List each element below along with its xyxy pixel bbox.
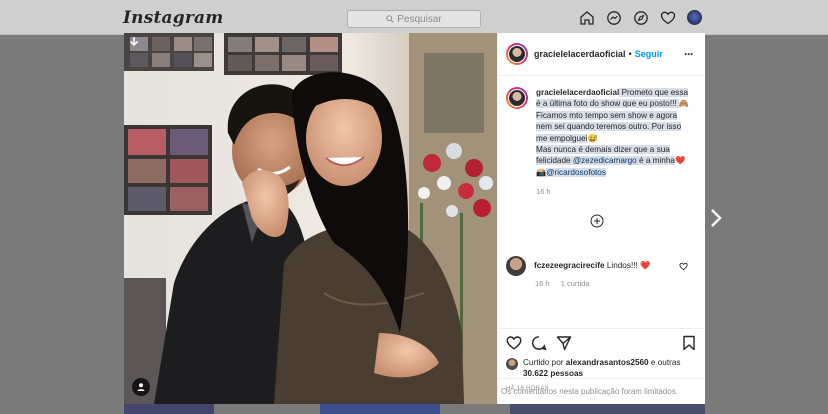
action-icons-row bbox=[506, 329, 697, 357]
like-comment-icon[interactable] bbox=[679, 262, 688, 271]
sweat-smile-emoji: 😅 bbox=[587, 133, 598, 143]
comment-item: fczezeegracirecife Lindos!!! ❤️ bbox=[506, 256, 696, 276]
likes-middle: e outras bbox=[648, 358, 681, 367]
caption-line: Ficamos mto tempo sem show e agora nem s… bbox=[536, 110, 682, 143]
comment-likes[interactable]: 1 curtida bbox=[561, 279, 590, 288]
commenter-username[interactable]: fczezeegracirecife bbox=[534, 261, 605, 270]
top-navigation-bar: Instagram Pesquisar bbox=[0, 0, 828, 35]
comment-bubble-icon[interactable] bbox=[531, 335, 547, 351]
search-input[interactable]: Pesquisar bbox=[347, 10, 481, 28]
tagged-users-icon[interactable] bbox=[132, 378, 150, 396]
save-bookmark-icon[interactable] bbox=[681, 335, 697, 351]
background-post-thumbnail bbox=[124, 404, 214, 414]
instagram-logo[interactable]: Instagram bbox=[123, 8, 223, 28]
chevron-right-icon[interactable] bbox=[709, 208, 723, 228]
home-icon[interactable] bbox=[579, 10, 595, 26]
post-modal: gracielelacerdaoficial • Seguir ··· grac… bbox=[124, 33, 705, 404]
likes-summary: Curtido por alexandrasantos2560 e outras… bbox=[506, 357, 697, 379]
search-icon bbox=[386, 15, 394, 23]
likes-count[interactable]: 30.622 pessoas bbox=[523, 369, 583, 378]
likes-prefix: Curtido por bbox=[523, 358, 566, 367]
liker-avatar[interactable] bbox=[506, 358, 518, 370]
couple-photo-illustration bbox=[124, 33, 497, 404]
comments-section: gracielelacerdaoficial Prometo que essa … bbox=[498, 76, 705, 328]
comments-limited-notice: Os comentários nesta publicação foram li… bbox=[498, 378, 705, 404]
post-header: gracielelacerdaoficial • Seguir ··· bbox=[498, 33, 705, 76]
share-icon[interactable] bbox=[556, 335, 572, 351]
background-post-thumbnail bbox=[320, 404, 440, 414]
comment-timestamp[interactable]: 16 h bbox=[535, 279, 550, 288]
heart-emoji: ❤️ bbox=[640, 261, 651, 270]
post-sidebar: gracielelacerdaoficial • Seguir ··· grac… bbox=[497, 33, 705, 404]
post-photo[interactable] bbox=[124, 33, 497, 404]
comment-meta: 16 h 1 curtida bbox=[535, 279, 589, 288]
user-icon bbox=[137, 383, 145, 391]
caption-username[interactable]: gracielelacerdaoficial bbox=[536, 88, 619, 97]
profile-avatar[interactable] bbox=[687, 10, 702, 25]
background-post-thumbnail bbox=[510, 404, 705, 414]
comment-body: Lindos!!! bbox=[604, 261, 641, 270]
caption-line: é a minha bbox=[636, 156, 675, 166]
author-avatar[interactable] bbox=[506, 43, 528, 65]
separator-dot: • bbox=[628, 49, 632, 59]
see-no-evil-emoji: 🙈 bbox=[678, 99, 690, 109]
mention-link[interactable]: @zezedicamargo bbox=[572, 156, 637, 166]
nav-icons bbox=[579, 10, 702, 26]
author-username[interactable]: gracielelacerdaoficial bbox=[534, 49, 626, 59]
more-options-icon[interactable]: ··· bbox=[684, 47, 694, 61]
heart-icon[interactable] bbox=[660, 10, 676, 26]
commenter-avatar[interactable] bbox=[506, 256, 526, 276]
caption-author-avatar[interactable] bbox=[506, 87, 528, 109]
messenger-icon[interactable] bbox=[606, 10, 622, 26]
load-more-comments-icon[interactable] bbox=[590, 214, 604, 228]
follow-button[interactable]: Seguir bbox=[635, 49, 663, 59]
download-icon[interactable] bbox=[128, 36, 140, 48]
like-heart-icon[interactable] bbox=[506, 335, 522, 351]
explore-icon[interactable] bbox=[633, 10, 649, 26]
mention-link[interactable]: @ricardosofotos bbox=[546, 167, 606, 177]
likes-text[interactable]: Curtido por alexandrasantos2560 e outras… bbox=[523, 357, 697, 379]
caption-text: gracielelacerdaoficial Prometo que essa … bbox=[536, 87, 694, 178]
comment-text: fczezeegracirecife Lindos!!! ❤️ bbox=[534, 261, 650, 271]
search-placeholder: Pesquisar bbox=[397, 13, 442, 25]
liker-username[interactable]: alexandrasantos2560 bbox=[566, 358, 649, 367]
caption-timestamp[interactable]: 16 h bbox=[536, 187, 697, 196]
caption: gracielelacerdaoficial Prometo que essa … bbox=[506, 87, 697, 178]
